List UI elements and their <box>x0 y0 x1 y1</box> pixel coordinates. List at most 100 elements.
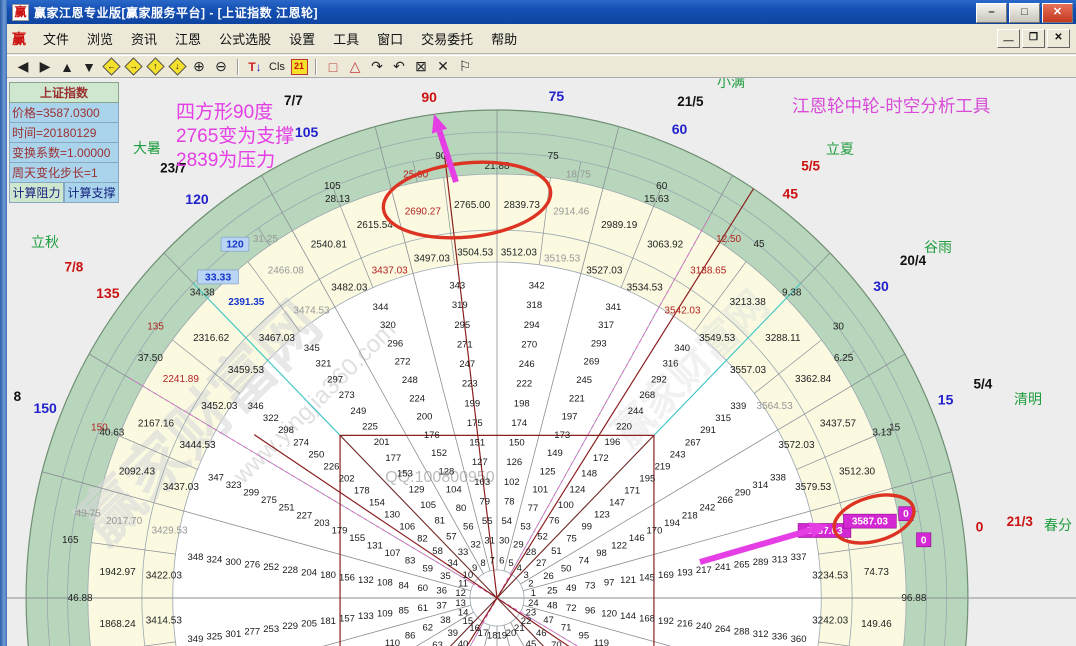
mdi-close-button[interactable]: ✕ <box>1047 29 1070 48</box>
svg-text:175: 175 <box>467 418 483 429</box>
maximize-button[interactable]: □ <box>1009 3 1040 23</box>
svg-text:312: 312 <box>753 629 769 640</box>
svg-text:177: 177 <box>385 453 401 464</box>
svg-text:168: 168 <box>639 613 655 624</box>
up-triangle-icon[interactable]: ▲ <box>57 57 77 76</box>
svg-text:322: 322 <box>263 413 279 424</box>
rotate-ccw-icon[interactable]: ↶ <box>389 57 409 76</box>
diamond-down-icon[interactable]: ↓ <box>167 57 187 76</box>
forward-icon[interactable]: ▶ <box>35 57 55 76</box>
svg-text:32: 32 <box>470 540 481 551</box>
svg-text:300: 300 <box>225 557 241 568</box>
svg-text:345: 345 <box>304 343 320 354</box>
svg-text:273: 273 <box>339 390 355 401</box>
note-line-0: 四方形90度 <box>176 101 273 123</box>
svg-text:325: 325 <box>206 632 222 643</box>
svg-text:3527.03: 3527.03 <box>586 265 623 276</box>
boxed-x-icon[interactable]: ⊠ <box>411 57 431 76</box>
svg-text:339: 339 <box>730 401 746 412</box>
svg-text:347: 347 <box>208 472 224 483</box>
svg-text:85: 85 <box>399 606 410 617</box>
svg-text:294: 294 <box>524 320 540 331</box>
toolbar: ◀▶▲▼←→↑↓⊕⊖ T↓Cls21 □△↷↶⊠✕⚐ <box>0 55 1076 78</box>
mdi-restore-button[interactable]: ❐ <box>1022 29 1045 48</box>
svg-text:246: 246 <box>519 359 535 370</box>
menu-item-7[interactable]: 窗口 <box>368 29 412 50</box>
close-button[interactable]: ✕ <box>1042 3 1073 23</box>
down-triangle-icon[interactable]: ▼ <box>79 57 99 76</box>
svg-text:46.88: 46.88 <box>68 593 93 604</box>
svg-text:344: 344 <box>373 302 389 313</box>
calendar-icon[interactable]: 21 <box>289 57 309 76</box>
sort-range-icon[interactable]: T↓ <box>245 57 265 76</box>
svg-text:97: 97 <box>604 578 615 589</box>
svg-text:46: 46 <box>536 628 547 639</box>
menu-item-8[interactable]: 交易委托 <box>412 29 482 50</box>
diamond-right-icon[interactable]: → <box>123 57 143 76</box>
svg-text:2765.00: 2765.00 <box>454 200 491 211</box>
svg-text:77: 77 <box>528 503 539 514</box>
svg-text:128: 128 <box>438 466 454 477</box>
svg-text:33.33: 33.33 <box>205 271 231 283</box>
minimize-button[interactable]: – <box>976 3 1007 23</box>
cls-button[interactable]: Cls <box>267 57 287 76</box>
diamond-left-icon[interactable]: ← <box>101 57 121 76</box>
menu-item-9[interactable]: 帮助 <box>482 29 526 50</box>
triangle-tool-icon[interactable]: △ <box>345 57 365 76</box>
menu-bar: 赢 文件浏览资讯江恩公式选股设置工具窗口交易委托帮助 <box>0 24 1076 54</box>
svg-text:春分: 春分 <box>1044 517 1072 533</box>
diamond-up-icon[interactable]: ↑ <box>145 57 165 76</box>
gann-wheel[interactable]: 赢家财富网www.yingjia360.com赢家财富网QQ:100800950… <box>0 78 1076 646</box>
svg-text:58: 58 <box>432 546 443 557</box>
svg-text:75: 75 <box>548 151 560 162</box>
svg-text:201: 201 <box>374 437 390 448</box>
svg-text:295: 295 <box>454 320 470 331</box>
mdi-minimize-button[interactable]: ＿ <box>997 29 1020 48</box>
menu-item-1[interactable]: 浏览 <box>78 29 122 50</box>
svg-text:319: 319 <box>452 300 468 311</box>
menu-item-2[interactable]: 资讯 <box>122 29 166 50</box>
svg-text:20/4: 20/4 <box>900 253 927 268</box>
flag-icon[interactable]: ⚐ <box>455 57 475 76</box>
calc-resistance-button[interactable]: 计算阻力 <box>9 183 64 203</box>
menu-item-5[interactable]: 设置 <box>280 29 324 50</box>
gann-wheel-area[interactable]: 赢家财富网www.yingjia360.com赢家财富网QQ:100800950… <box>0 78 1076 646</box>
svg-text:84: 84 <box>399 580 410 591</box>
menu-item-0[interactable]: 文件 <box>34 29 78 50</box>
zoom-out-icon[interactable]: ⊖ <box>211 57 231 76</box>
back-icon[interactable]: ◀ <box>13 57 33 76</box>
title-bar[interactable]: 赢 赢家江恩专业版[赢家服务平台] - [上证指数 江恩轮] – □ ✕ <box>0 0 1076 24</box>
svg-text:102: 102 <box>504 477 520 488</box>
square-tool-icon[interactable]: □ <box>323 57 343 76</box>
svg-text:144: 144 <box>620 611 636 622</box>
svg-text:108: 108 <box>377 578 393 589</box>
svg-text:198: 198 <box>514 398 530 409</box>
svg-text:152: 152 <box>431 448 447 459</box>
svg-text:324: 324 <box>206 554 222 565</box>
svg-text:7/7: 7/7 <box>284 93 303 108</box>
svg-text:120: 120 <box>226 239 244 251</box>
app-logo-icon: 赢 <box>12 4 29 21</box>
menu-item-4[interactable]: 公式选股 <box>210 29 280 50</box>
zoom-in-icon[interactable]: ⊕ <box>189 57 209 76</box>
svg-text:172: 172 <box>593 453 609 464</box>
svg-text:323: 323 <box>226 480 242 491</box>
window-left-frame <box>0 0 7 646</box>
menu-logo-icon[interactable]: 赢 <box>10 27 34 51</box>
svg-text:23: 23 <box>526 608 537 619</box>
rotate-cw-icon[interactable]: ↷ <box>367 57 387 76</box>
svg-text:272: 272 <box>395 357 411 368</box>
svg-text:135: 135 <box>147 321 164 332</box>
calc-support-button[interactable]: 计算支撑 <box>64 183 119 203</box>
svg-text:244: 244 <box>628 406 644 417</box>
move-cross-icon[interactable]: ✕ <box>433 57 453 76</box>
menu-item-6[interactable]: 工具 <box>324 29 368 50</box>
svg-text:105: 105 <box>324 181 341 192</box>
svg-text:83: 83 <box>405 556 416 567</box>
svg-text:3482.03: 3482.03 <box>331 283 368 294</box>
svg-text:320: 320 <box>380 320 396 331</box>
instrument-name: 上证指数 <box>9 82 119 103</box>
svg-text:253: 253 <box>263 624 279 635</box>
menu-item-3[interactable]: 江恩 <box>166 29 210 50</box>
svg-text:1868.24: 1868.24 <box>100 619 137 630</box>
